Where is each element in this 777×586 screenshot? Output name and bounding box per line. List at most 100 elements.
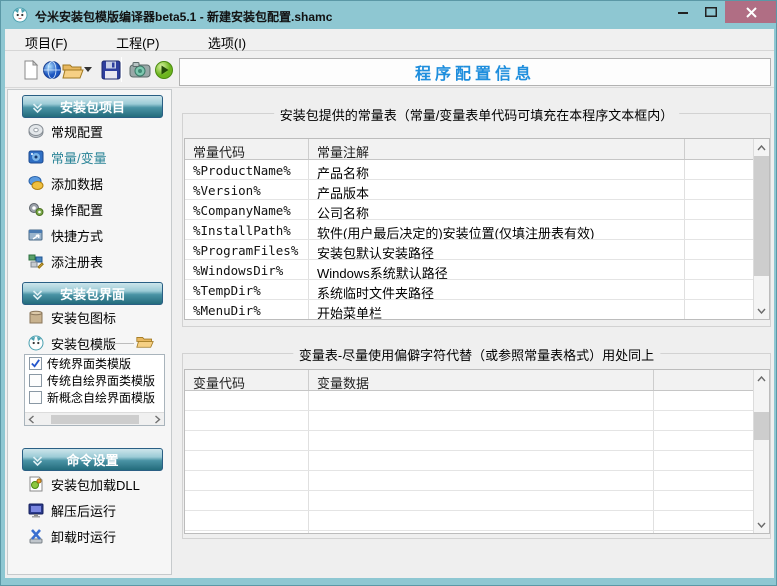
constants-group-title: 安装包提供的常量表（常量/变量表单代码可填充在本程序文本框内） [274,105,680,124]
scroll-up-icon[interactable] [754,370,769,387]
variable-data-cell [309,531,654,533]
open-dropdown-arrow-icon[interactable] [84,67,92,72]
sidebar-item-add-data[interactable]: 添加数据 [28,174,103,192]
browse-template-folder-icon[interactable] [136,334,154,349]
titlebar[interactable]: 兮米安装包模版编译器beta5.1 - 新建安装包配置.shamc [1,1,776,29]
empty-cell [654,431,769,450]
variable-data-cell [309,431,654,450]
checkbox-unchecked-icon[interactable] [29,374,42,387]
column-header-variable-code[interactable]: 变量代码 [185,370,309,390]
horizontal-scrollbar[interactable] [25,412,164,425]
table-row[interactable]: %MenuDir%开始菜单栏 [185,300,769,319]
variables-group-title: 变量表-尽量使用偏僻字符代替（或参照常量表格式）用处同上 [293,345,660,364]
sidebar-item-run-after-extract[interactable]: 解压后运行 [28,501,116,519]
maximize-button[interactable] [697,1,725,23]
sidebar-section-command-settings[interactable]: 命令设置 [22,448,163,471]
table-row[interactable]: %ProgramFiles%安装包默认安装路径 [185,240,769,260]
table-row[interactable]: %ProductName%产品名称 [185,160,769,180]
close-icon [746,7,757,18]
sidebar-item-label: 常规配置 [51,122,103,141]
variables-table-body [185,391,769,533]
save-button[interactable] [101,60,121,80]
table-row[interactable] [185,471,769,491]
sidebar-item-label: 安装包图标 [51,308,116,327]
horizontal-scroll-thumb[interactable] [51,415,139,424]
scroll-left-icon[interactable] [25,413,38,425]
sidebar-item-operation-config[interactable]: 操作配置 [28,200,103,218]
checkbox-unchecked-icon[interactable] [29,391,42,404]
sidebar-item-const-var[interactable]: 常量/变量 [28,148,107,166]
sidebar-item-add-registry[interactable]: 添注册表 [28,252,103,270]
variable-code-cell [185,471,309,490]
new-file-button[interactable] [21,60,41,80]
template-option-traditional-custom[interactable]: 传统自绘界面类模版 [25,372,164,389]
constant-code-cell: %MenuDir% [185,300,309,319]
run-button[interactable] [154,60,174,80]
table-row[interactable] [185,411,769,431]
constant-comment-cell: 系统临时文件夹路径 [309,280,685,299]
workspace-button[interactable] [42,60,62,80]
variable-data-cell [309,391,654,410]
sidebar-item-load-dll[interactable]: 安装包加载DLL [28,475,140,493]
page-title: 程序配置信息 [415,60,535,84]
constant-code-cell: %Version% [185,180,309,199]
table-row[interactable]: %Version%产品版本 [185,180,769,200]
table-row[interactable]: %CompanyName%公司名称 [185,200,769,220]
vertical-scroll-thumb[interactable] [754,156,769,276]
vertical-scroll-thumb[interactable] [754,412,769,440]
template-option-new-concept[interactable]: 新概念自绘界面模版 [25,389,164,406]
constants-table-header: 常量代码 常量注解 [185,139,769,160]
column-header-constant-code[interactable]: 常量代码 [185,139,309,159]
open-folder-icon [62,60,84,80]
table-row[interactable]: %TempDir%系统临时文件夹路径 [185,280,769,300]
column-header-variable-data[interactable]: 变量数据 [309,370,654,390]
sidebar-item-label: 添注册表 [51,252,103,271]
sidebar-item-general-config[interactable]: 常规配置 [28,122,103,140]
table-row[interactable]: %InstallPath%软件(用户最后决定的)安装位置(仅填注册表有效) [185,220,769,240]
operation-config-icon [28,201,44,217]
sidebar-item-shortcut[interactable]: 快捷方式 [28,226,103,244]
close-button[interactable] [725,1,777,23]
const-var-icon [28,149,44,165]
table-row[interactable] [185,491,769,511]
variables-table[interactable]: 变量代码 变量数据 [184,369,770,534]
constants-table-scrollbar[interactable] [753,139,769,319]
column-header-constant-comment[interactable]: 常量注解 [309,139,685,159]
empty-cell [654,471,769,490]
template-list[interactable]: 传统界面类模版 传统自绘界面类模版 新概念自绘界面模版 [24,354,165,426]
constant-code-cell: %ProductName% [185,160,309,179]
variable-code-cell [185,391,309,410]
variable-code-cell [185,411,309,430]
sidebar-section-package-project[interactable]: 安装包项目 [22,95,163,118]
table-row[interactable] [185,531,769,533]
scroll-down-icon[interactable] [754,302,769,319]
scroll-up-icon[interactable] [754,139,769,156]
empty-cell [654,411,769,430]
table-row[interactable] [185,391,769,411]
table-row[interactable] [185,431,769,451]
variables-table-scrollbar[interactable] [753,370,769,533]
sidebar-item-package-template[interactable]: 安装包模版 [28,334,116,352]
sidebar-section-package-ui[interactable]: 安装包界面 [22,282,163,305]
table-row[interactable]: %WindowsDir%Windows系统默认路径 [185,260,769,280]
checkbox-checked-icon[interactable] [29,357,42,370]
registry-icon [28,253,44,269]
open-file-button[interactable] [62,60,82,80]
variable-data-cell [309,491,654,510]
table-row[interactable] [185,451,769,471]
build-button[interactable] [129,60,149,80]
table-row[interactable] [185,511,769,531]
scroll-right-icon[interactable] [151,413,164,425]
variable-code-cell [185,431,309,450]
template-option-traditional[interactable]: 传统界面类模版 [25,355,164,372]
run-on-uninstall-icon [28,528,44,544]
constants-table[interactable]: 常量代码 常量注解 %ProductName%产品名称%Version%产品版本… [184,138,770,320]
scroll-down-icon[interactable] [754,516,769,533]
sidebar-item-package-icon[interactable]: 安装包图标 [28,308,116,326]
chevron-down-icon [32,289,43,304]
sidebar-item-run-on-uninstall[interactable]: 卸载时运行 [28,527,116,545]
empty-cell [654,491,769,510]
minimize-button[interactable] [669,1,697,23]
sidebar-item-label: 快捷方式 [51,226,103,245]
app-window: 兮米安装包模版编译器beta5.1 - 新建安装包配置.shamc 项目(F) … [0,0,777,586]
